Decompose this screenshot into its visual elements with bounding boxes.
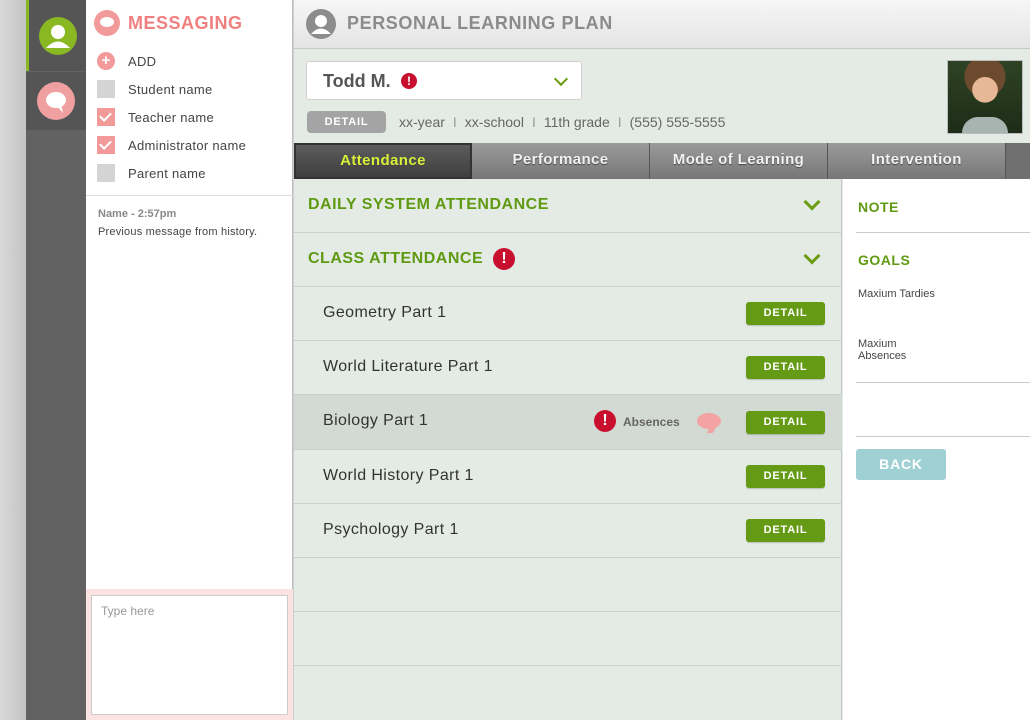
course-name: Geometry Part 1: [323, 304, 447, 321]
recipient-label: Parent name: [128, 165, 206, 181]
user-icon: [306, 9, 336, 39]
meta-separator: I: [617, 114, 622, 130]
table-row: World History Part 1 DETAIL: [294, 450, 842, 504]
chevron-down-icon: [553, 71, 569, 87]
table-row: Geometry Part 1 DETAIL: [294, 287, 842, 341]
recipient-checkbox[interactable]: [97, 136, 115, 154]
chat-bubble-icon: [37, 82, 75, 120]
tab-intervention[interactable]: Intervention: [828, 143, 1006, 179]
profile-nav-button[interactable]: [26, 0, 86, 71]
messaging-panel: MESSAGING + ADD Student name Teacher nam…: [86, 0, 293, 720]
recipient-label: Student name: [128, 81, 213, 97]
student-detail-button[interactable]: DETAIL: [307, 111, 386, 133]
course-detail-button[interactable]: DETAIL: [746, 519, 825, 542]
divider: [856, 436, 1030, 437]
goals-label: GOALS: [858, 252, 911, 268]
recipient-checkbox[interactable]: [97, 164, 115, 182]
add-recipient-button[interactable]: + ADD: [97, 47, 287, 75]
compose-area: [86, 589, 293, 720]
recipient-label: Teacher name: [128, 109, 214, 125]
meta-separator: I: [531, 114, 536, 130]
student-phone: (555) 555-5555: [629, 114, 726, 130]
icon-rail: [26, 0, 86, 720]
history-sender: Name - 2:57pm: [98, 208, 177, 220]
table-row: Biology Part 1 ! Absences DETAIL: [294, 395, 842, 450]
chevron-down-icon[interactable]: [803, 247, 821, 265]
attendance-list: DAILY SYSTEM ATTENDANCE CLASS ATTENDANCE…: [294, 179, 842, 720]
history-message: Previous message from history.: [98, 226, 258, 238]
add-label: ADD: [128, 53, 157, 69]
student-meta: xx-year Ixx-school I 11th grade I (555) 555-5…: [399, 114, 725, 130]
course-name: World Literature Part 1: [323, 358, 493, 375]
class-attendance-section[interactable]: CLASS ATTENDANCE !: [294, 233, 842, 287]
course-name: World History Part 1: [323, 467, 474, 484]
comment-bubble-icon[interactable]: [697, 413, 721, 429]
table-row: Psychology Part 1 DETAIL: [294, 504, 842, 558]
main-content: PERSONAL LEARNING PLAN Todd M. ! DETAIL …: [294, 0, 1030, 720]
back-button[interactable]: BACK: [856, 449, 946, 480]
student-name: Todd M.: [323, 71, 391, 91]
recipient-administrator[interactable]: Administrator name: [97, 131, 287, 159]
recipient-parent[interactable]: Parent name: [97, 159, 287, 187]
tab-mode-of-learning[interactable]: Mode of Learning: [650, 143, 828, 179]
note-label: NOTE: [858, 199, 899, 215]
goals-panel: NOTE GOALS Maxium Tardies Maxium Absence…: [843, 179, 1030, 720]
course-name: Biology Part 1: [323, 412, 429, 429]
max-tardies-label: Maxium Tardies: [858, 288, 935, 300]
empty-row: [294, 612, 842, 666]
messaging-title: MESSAGING: [128, 12, 243, 33]
course-detail-button[interactable]: DETAIL: [746, 356, 825, 379]
course-detail-button[interactable]: DETAIL: [746, 465, 825, 488]
recipient-label: Administrator name: [128, 137, 247, 153]
course-detail-button[interactable]: DETAIL: [746, 302, 825, 325]
tab-bar: Attendance Performance Mode of Learning …: [294, 143, 1030, 179]
student-school: xx-school: [464, 114, 524, 130]
page-title: PERSONAL LEARNING PLAN: [347, 13, 613, 33]
alert-icon: !: [594, 410, 616, 432]
window-backdrop: [0, 0, 26, 720]
recipient-teacher[interactable]: Teacher name: [97, 103, 287, 131]
course-detail-button[interactable]: DETAIL: [746, 411, 825, 434]
daily-attendance-section[interactable]: DAILY SYSTEM ATTENDANCE: [294, 179, 842, 233]
recipient-list: + ADD Student name Teacher name Administ…: [97, 47, 287, 187]
student-photo: [947, 60, 1023, 134]
recipient-student[interactable]: Student name: [97, 75, 287, 103]
student-dropdown[interactable]: Todd M. !: [306, 61, 582, 100]
messaging-nav-button[interactable]: [26, 72, 86, 130]
tab-performance[interactable]: Performance: [472, 143, 650, 179]
student-grade: 11th grade: [543, 114, 610, 130]
absences-flag: Absences: [623, 415, 680, 429]
recipient-checkbox[interactable]: [97, 108, 115, 126]
section-title: CLASS ATTENDANCE: [308, 250, 484, 267]
empty-row: [294, 558, 842, 612]
messaging-bubble-icon: [94, 10, 120, 36]
compose-input[interactable]: [91, 595, 288, 715]
profile-icon: [38, 16, 77, 55]
table-row: World Literature Part 1 DETAIL: [294, 341, 842, 395]
messaging-header: MESSAGING: [94, 10, 243, 36]
plus-icon: +: [97, 52, 115, 70]
header-bar: PERSONAL LEARNING PLAN: [294, 0, 1030, 49]
max-absences-label: Maxium Absences: [858, 338, 907, 362]
alert-icon: !: [401, 73, 417, 89]
meta-separator: I: [452, 114, 457, 130]
divider: [856, 232, 1030, 233]
course-name: Psychology Part 1: [323, 521, 459, 538]
tab-attendance[interactable]: Attendance: [294, 143, 472, 179]
alert-icon: !: [493, 248, 515, 270]
student-year: xx-year: [399, 114, 445, 130]
messaging-divider: [86, 195, 293, 196]
divider: [856, 382, 1030, 383]
section-title: DAILY SYSTEM ATTENDANCE: [308, 196, 549, 213]
chevron-down-icon[interactable]: [803, 193, 821, 211]
recipient-checkbox[interactable]: [97, 80, 115, 98]
